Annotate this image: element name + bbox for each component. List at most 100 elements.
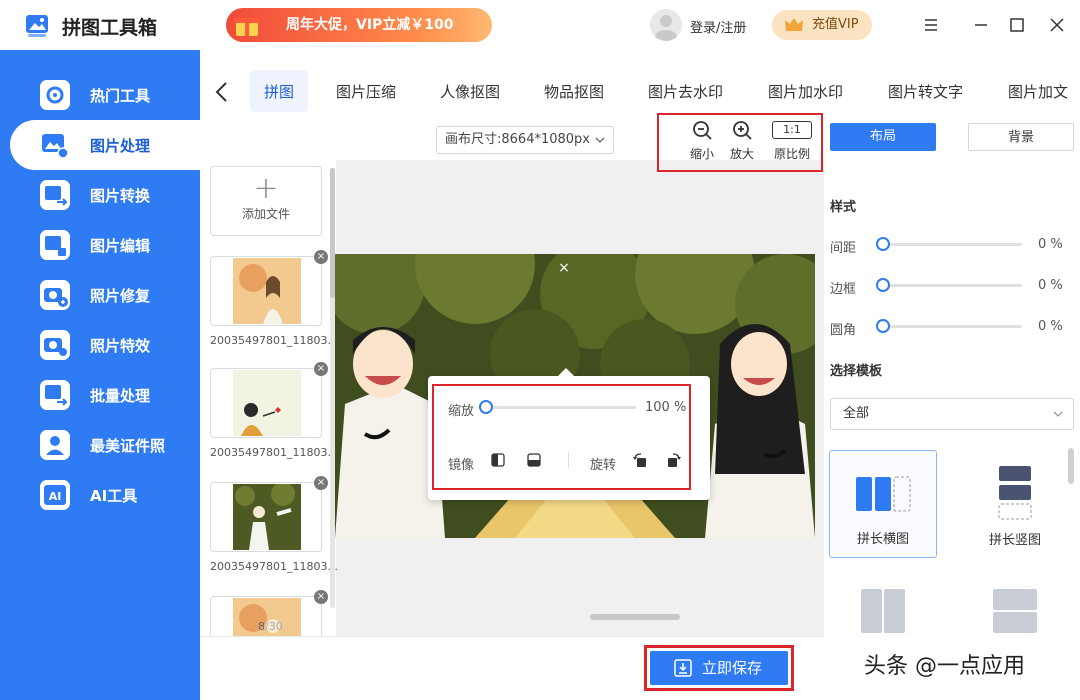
thumbnail-image [233, 258, 301, 324]
tab-add-watermark[interactable]: 图片加水印 [768, 70, 843, 110]
remove-file-icon[interactable]: × [314, 476, 328, 490]
vertical-layout-icon [998, 466, 1032, 520]
save-button[interactable]: 立即保存 [650, 651, 788, 685]
file-thumbnail[interactable]: × [210, 250, 328, 326]
close-icon[interactable] [1046, 14, 1068, 36]
border-slider[interactable] [882, 284, 1022, 287]
rotate-right-icon[interactable] [666, 452, 682, 468]
minimize-icon[interactable] [970, 14, 992, 36]
sidebar-item-hot-tools[interactable]: 热门工具 [0, 70, 200, 120]
ratio-icon: 1:1 [772, 121, 812, 139]
total-pages: /30 [265, 620, 283, 633]
sidebar-item-label: 图片转换 [90, 187, 151, 205]
border-slider-handle[interactable] [876, 278, 890, 292]
divider [568, 452, 569, 468]
original-ratio-button[interactable]: 1:1 原比例 [767, 119, 817, 162]
zoom-in-button[interactable]: 放大 [717, 119, 767, 162]
mirror-vertical-icon[interactable] [526, 452, 542, 468]
download-icon [674, 659, 692, 677]
file-list: + 添加文件 × 20035497801_11803... × 20035497… [200, 160, 338, 640]
file-thumbnail[interactable]: × [210, 362, 328, 438]
sidebar-item-image-convert[interactable]: 图片转换 [0, 170, 200, 220]
zoom-in-icon [733, 121, 752, 140]
tab-remove-watermark[interactable]: 图片去水印 [648, 70, 723, 110]
file-name: 20035497801_11803... [210, 334, 338, 347]
mirror-horizontal-icon[interactable] [490, 452, 506, 468]
file-thumbnail[interactable]: × [210, 476, 328, 552]
tab-add-text[interactable]: 图片加文 [1008, 70, 1080, 110]
two-column-template-icon[interactable] [860, 588, 906, 634]
sidebar-item-photo-effect[interactable]: 照片特效 [0, 320, 200, 370]
original-ratio-label: 原比例 [773, 147, 810, 161]
remove-file-icon[interactable]: × [314, 590, 328, 604]
back-arrow-icon[interactable] [212, 80, 232, 104]
title-bar: 拼图工具箱 周年大促，VIP立减￥100 登录/注册 充值VIP [0, 0, 1080, 50]
corner-slider-handle[interactable] [876, 319, 890, 333]
border-label: 边框 [830, 282, 857, 297]
canvas-size-select[interactable]: 画布尺寸:8664*1080px [436, 126, 614, 154]
sidebar-item-photo-repair[interactable]: 照片修复 [0, 270, 200, 320]
style-heading: 样式 [830, 200, 857, 215]
spacing-slider[interactable] [882, 243, 1022, 246]
remove-file-icon[interactable]: × [314, 250, 328, 264]
sidebar-item-ai-tools[interactable]: AI AI工具 [0, 470, 200, 520]
promo-text: 周年大促，VIP立减￥100 [286, 17, 454, 33]
add-file-button[interactable]: + 添加文件 [210, 166, 322, 236]
template-scrollbar[interactable] [1068, 448, 1074, 484]
spacing-slider-handle[interactable] [876, 237, 890, 251]
image-edit-icon [40, 230, 70, 260]
template-horizontal[interactable]: 拼长横图 [829, 450, 937, 558]
sidebar-item-label: 批量处理 [90, 387, 151, 405]
two-row-template-icon[interactable] [992, 588, 1038, 634]
zoom-out-label: 缩小 [689, 147, 714, 161]
tab-portrait-cutout[interactable]: 人像抠图 [440, 70, 500, 110]
template-vertical[interactable]: 拼长竖图 [961, 450, 1069, 558]
save-label: 立即保存 [702, 659, 763, 677]
sidebar-item-label: 图片编辑 [90, 237, 151, 255]
tab-background[interactable]: 背景 [968, 123, 1074, 151]
chevron-down-icon [1053, 411, 1063, 417]
tab-compress[interactable]: 图片压缩 [336, 70, 396, 110]
file-name: 20035497801_11803... [210, 446, 338, 459]
close-icon[interactable]: × [556, 260, 572, 276]
sidebar-item-image-edit[interactable]: 图片编辑 [0, 220, 200, 270]
watermark-text: 头条 @一点应用 [864, 654, 1025, 679]
template-label: 拼长竖图 [988, 533, 1041, 548]
template-filter-value: 全部 [843, 406, 870, 421]
tab-layout[interactable]: 布局 [830, 123, 936, 151]
promo-banner[interactable]: 周年大促，VIP立减￥100 [226, 8, 492, 42]
login-link[interactable]: 登录/注册 [690, 17, 746, 36]
menu-icon[interactable] [920, 14, 942, 36]
corner-value: 0 % [1038, 319, 1063, 334]
maximize-icon[interactable] [1006, 14, 1028, 36]
horizontal-layout-icon [856, 476, 911, 512]
tab-collage[interactable]: 拼图 [250, 70, 309, 112]
sidebar-item-batch[interactable]: 批量处理 [0, 370, 200, 420]
canvas-scrollbar[interactable] [590, 614, 680, 620]
corner-slider[interactable] [882, 325, 1022, 328]
rotate-left-icon[interactable] [632, 452, 648, 468]
scale-slider-handle[interactable] [479, 400, 493, 414]
chevron-down-icon [595, 137, 605, 143]
rotate-label: 旋转 [590, 458, 617, 473]
avatar[interactable] [650, 9, 682, 41]
tab-object-cutout[interactable]: 物品抠图 [544, 70, 604, 110]
remove-file-icon[interactable]: × [314, 362, 328, 376]
sidebar-item-label: 照片修复 [90, 287, 151, 305]
user-icon [655, 15, 677, 41]
id-photo-icon [40, 430, 70, 460]
sidebar-item-label: 照片特效 [90, 337, 151, 355]
zoom-controls: 缩小 放大 1:1 原比例 [657, 113, 823, 172]
zoom-out-icon [693, 121, 712, 140]
plus-icon: + [253, 171, 279, 206]
sidebar-item-id-photo[interactable]: 最美证件照 [0, 420, 200, 470]
sidebar-item-image-process[interactable]: 图片处理 [10, 120, 200, 170]
svg-text:AI: AI [49, 490, 62, 503]
sidebar-item-label: 热门工具 [90, 87, 151, 105]
vip-button[interactable]: 充值VIP [772, 10, 872, 40]
scale-label: 缩放 [448, 404, 475, 419]
scale-slider[interactable] [486, 406, 636, 409]
tab-image-to-text[interactable]: 图片转文字 [888, 70, 963, 110]
add-file-label: 添加文件 [241, 207, 290, 221]
template-filter-select[interactable]: 全部 [830, 398, 1074, 430]
